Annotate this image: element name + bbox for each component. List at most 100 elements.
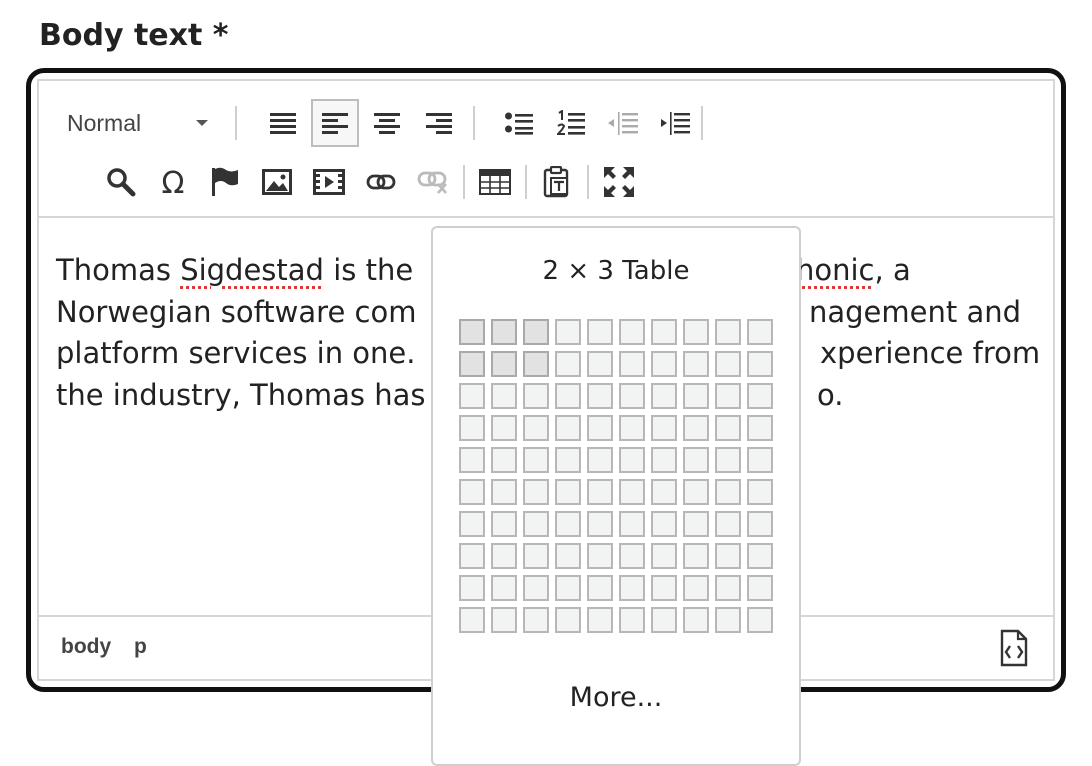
table-picker-cell[interactable] (619, 415, 645, 441)
table-picker-cell[interactable] (747, 383, 773, 409)
table-picker-cell[interactable] (459, 383, 485, 409)
table-picker-cell[interactable] (683, 511, 709, 537)
table-picker-cell[interactable] (491, 415, 517, 441)
table-picker-cell[interactable] (587, 575, 613, 601)
video-button[interactable] (305, 158, 353, 206)
table-picker-cell[interactable] (651, 607, 677, 633)
table-picker-cell[interactable] (523, 607, 549, 633)
table-picker-cell[interactable] (619, 383, 645, 409)
table-picker-cell[interactable] (491, 479, 517, 505)
more-button[interactable]: More... (433, 682, 799, 713)
table-picker-cell[interactable] (555, 447, 581, 473)
anchor-button[interactable] (201, 158, 249, 206)
table-picker-cell[interactable] (491, 351, 517, 377)
table-picker-cell[interactable] (619, 351, 645, 377)
table-picker-cell[interactable] (555, 383, 581, 409)
unlink-button[interactable] (409, 158, 457, 206)
indent-button[interactable] (651, 99, 699, 147)
table-picker-cell[interactable] (651, 447, 677, 473)
table-picker-cell[interactable] (747, 511, 773, 537)
table-picker-cell[interactable] (459, 575, 485, 601)
table-picker-cell[interactable] (683, 319, 709, 345)
table-picker-cell[interactable] (651, 383, 677, 409)
table-picker-cell[interactable] (619, 575, 645, 601)
table-picker-cell[interactable] (651, 319, 677, 345)
table-picker-cell[interactable] (747, 447, 773, 473)
link-button[interactable] (357, 158, 405, 206)
table-picker-cell[interactable] (619, 447, 645, 473)
table-picker-cell[interactable] (459, 607, 485, 633)
table-picker-cell[interactable] (555, 479, 581, 505)
table-picker-cell[interactable] (747, 607, 773, 633)
table-picker-cell[interactable] (459, 543, 485, 569)
table-picker-cell[interactable] (683, 415, 709, 441)
table-picker-cell[interactable] (619, 319, 645, 345)
bullet-list-button[interactable] (495, 99, 543, 147)
table-picker-cell[interactable] (523, 383, 549, 409)
table-picker-cell[interactable] (715, 319, 741, 345)
table-picker-cell[interactable] (715, 447, 741, 473)
table-picker-cell[interactable] (523, 543, 549, 569)
table-picker-cell[interactable] (587, 351, 613, 377)
table-picker-cell[interactable] (555, 543, 581, 569)
table-picker-cell[interactable] (587, 383, 613, 409)
table-picker-cell[interactable] (651, 543, 677, 569)
table-picker-cell[interactable] (683, 383, 709, 409)
table-picker-cell[interactable] (651, 351, 677, 377)
table-picker-cell[interactable] (459, 511, 485, 537)
table-picker-cell[interactable] (619, 543, 645, 569)
table-picker-cell[interactable] (555, 351, 581, 377)
table-picker-cell[interactable] (587, 607, 613, 633)
table-picker-cell[interactable] (459, 319, 485, 345)
table-picker-cell[interactable] (747, 319, 773, 345)
table-picker-cell[interactable] (715, 415, 741, 441)
table-picker-cell[interactable] (459, 479, 485, 505)
table-picker-cell[interactable] (683, 479, 709, 505)
numbered-list-button[interactable] (547, 99, 595, 147)
table-picker-cell[interactable] (491, 447, 517, 473)
table-button[interactable] (471, 158, 519, 206)
table-picker-cell[interactable] (491, 575, 517, 601)
table-picker-cell[interactable] (619, 511, 645, 537)
table-picker-cell[interactable] (747, 415, 773, 441)
source-code-button[interactable] (995, 629, 1031, 667)
table-picker-cell[interactable] (555, 415, 581, 441)
table-picker-cell[interactable] (491, 319, 517, 345)
table-picker-cell[interactable] (715, 479, 741, 505)
table-picker-cell[interactable] (683, 575, 709, 601)
table-picker-cell[interactable] (747, 543, 773, 569)
path-item-p[interactable]: p (134, 635, 147, 659)
table-picker-cell[interactable] (587, 415, 613, 441)
table-picker-cell[interactable] (619, 607, 645, 633)
table-picker-cell[interactable] (651, 479, 677, 505)
table-picker-cell[interactable] (523, 415, 549, 441)
table-picker-cell[interactable] (587, 447, 613, 473)
fullscreen-button[interactable] (595, 158, 643, 206)
align-left-button[interactable] (311, 99, 359, 147)
align-right-button[interactable] (415, 99, 463, 147)
align-center-button[interactable] (363, 99, 411, 147)
table-picker-cell[interactable] (683, 607, 709, 633)
table-picker-cell[interactable] (747, 479, 773, 505)
paste-as-text-button[interactable] (533, 158, 581, 206)
table-picker-cell[interactable] (555, 511, 581, 537)
path-item-body[interactable]: body (61, 635, 111, 659)
table-picker-cell[interactable] (523, 511, 549, 537)
table-picker-cell[interactable] (683, 351, 709, 377)
table-picker-cell[interactable] (491, 383, 517, 409)
table-picker-cell[interactable] (651, 415, 677, 441)
format-select[interactable]: Normal (53, 102, 218, 144)
table-picker-cell[interactable] (683, 447, 709, 473)
table-picker-cell[interactable] (555, 607, 581, 633)
table-picker-cell[interactable] (587, 479, 613, 505)
table-picker-cell[interactable] (651, 575, 677, 601)
align-justify-button[interactable] (259, 99, 307, 147)
table-picker-cell[interactable] (651, 511, 677, 537)
table-picker-cell[interactable] (555, 575, 581, 601)
find-button[interactable] (97, 158, 145, 206)
table-picker-cell[interactable] (587, 543, 613, 569)
table-picker-cell[interactable] (459, 351, 485, 377)
table-picker-cell[interactable] (747, 351, 773, 377)
image-button[interactable] (253, 158, 301, 206)
table-picker-cell[interactable] (715, 511, 741, 537)
